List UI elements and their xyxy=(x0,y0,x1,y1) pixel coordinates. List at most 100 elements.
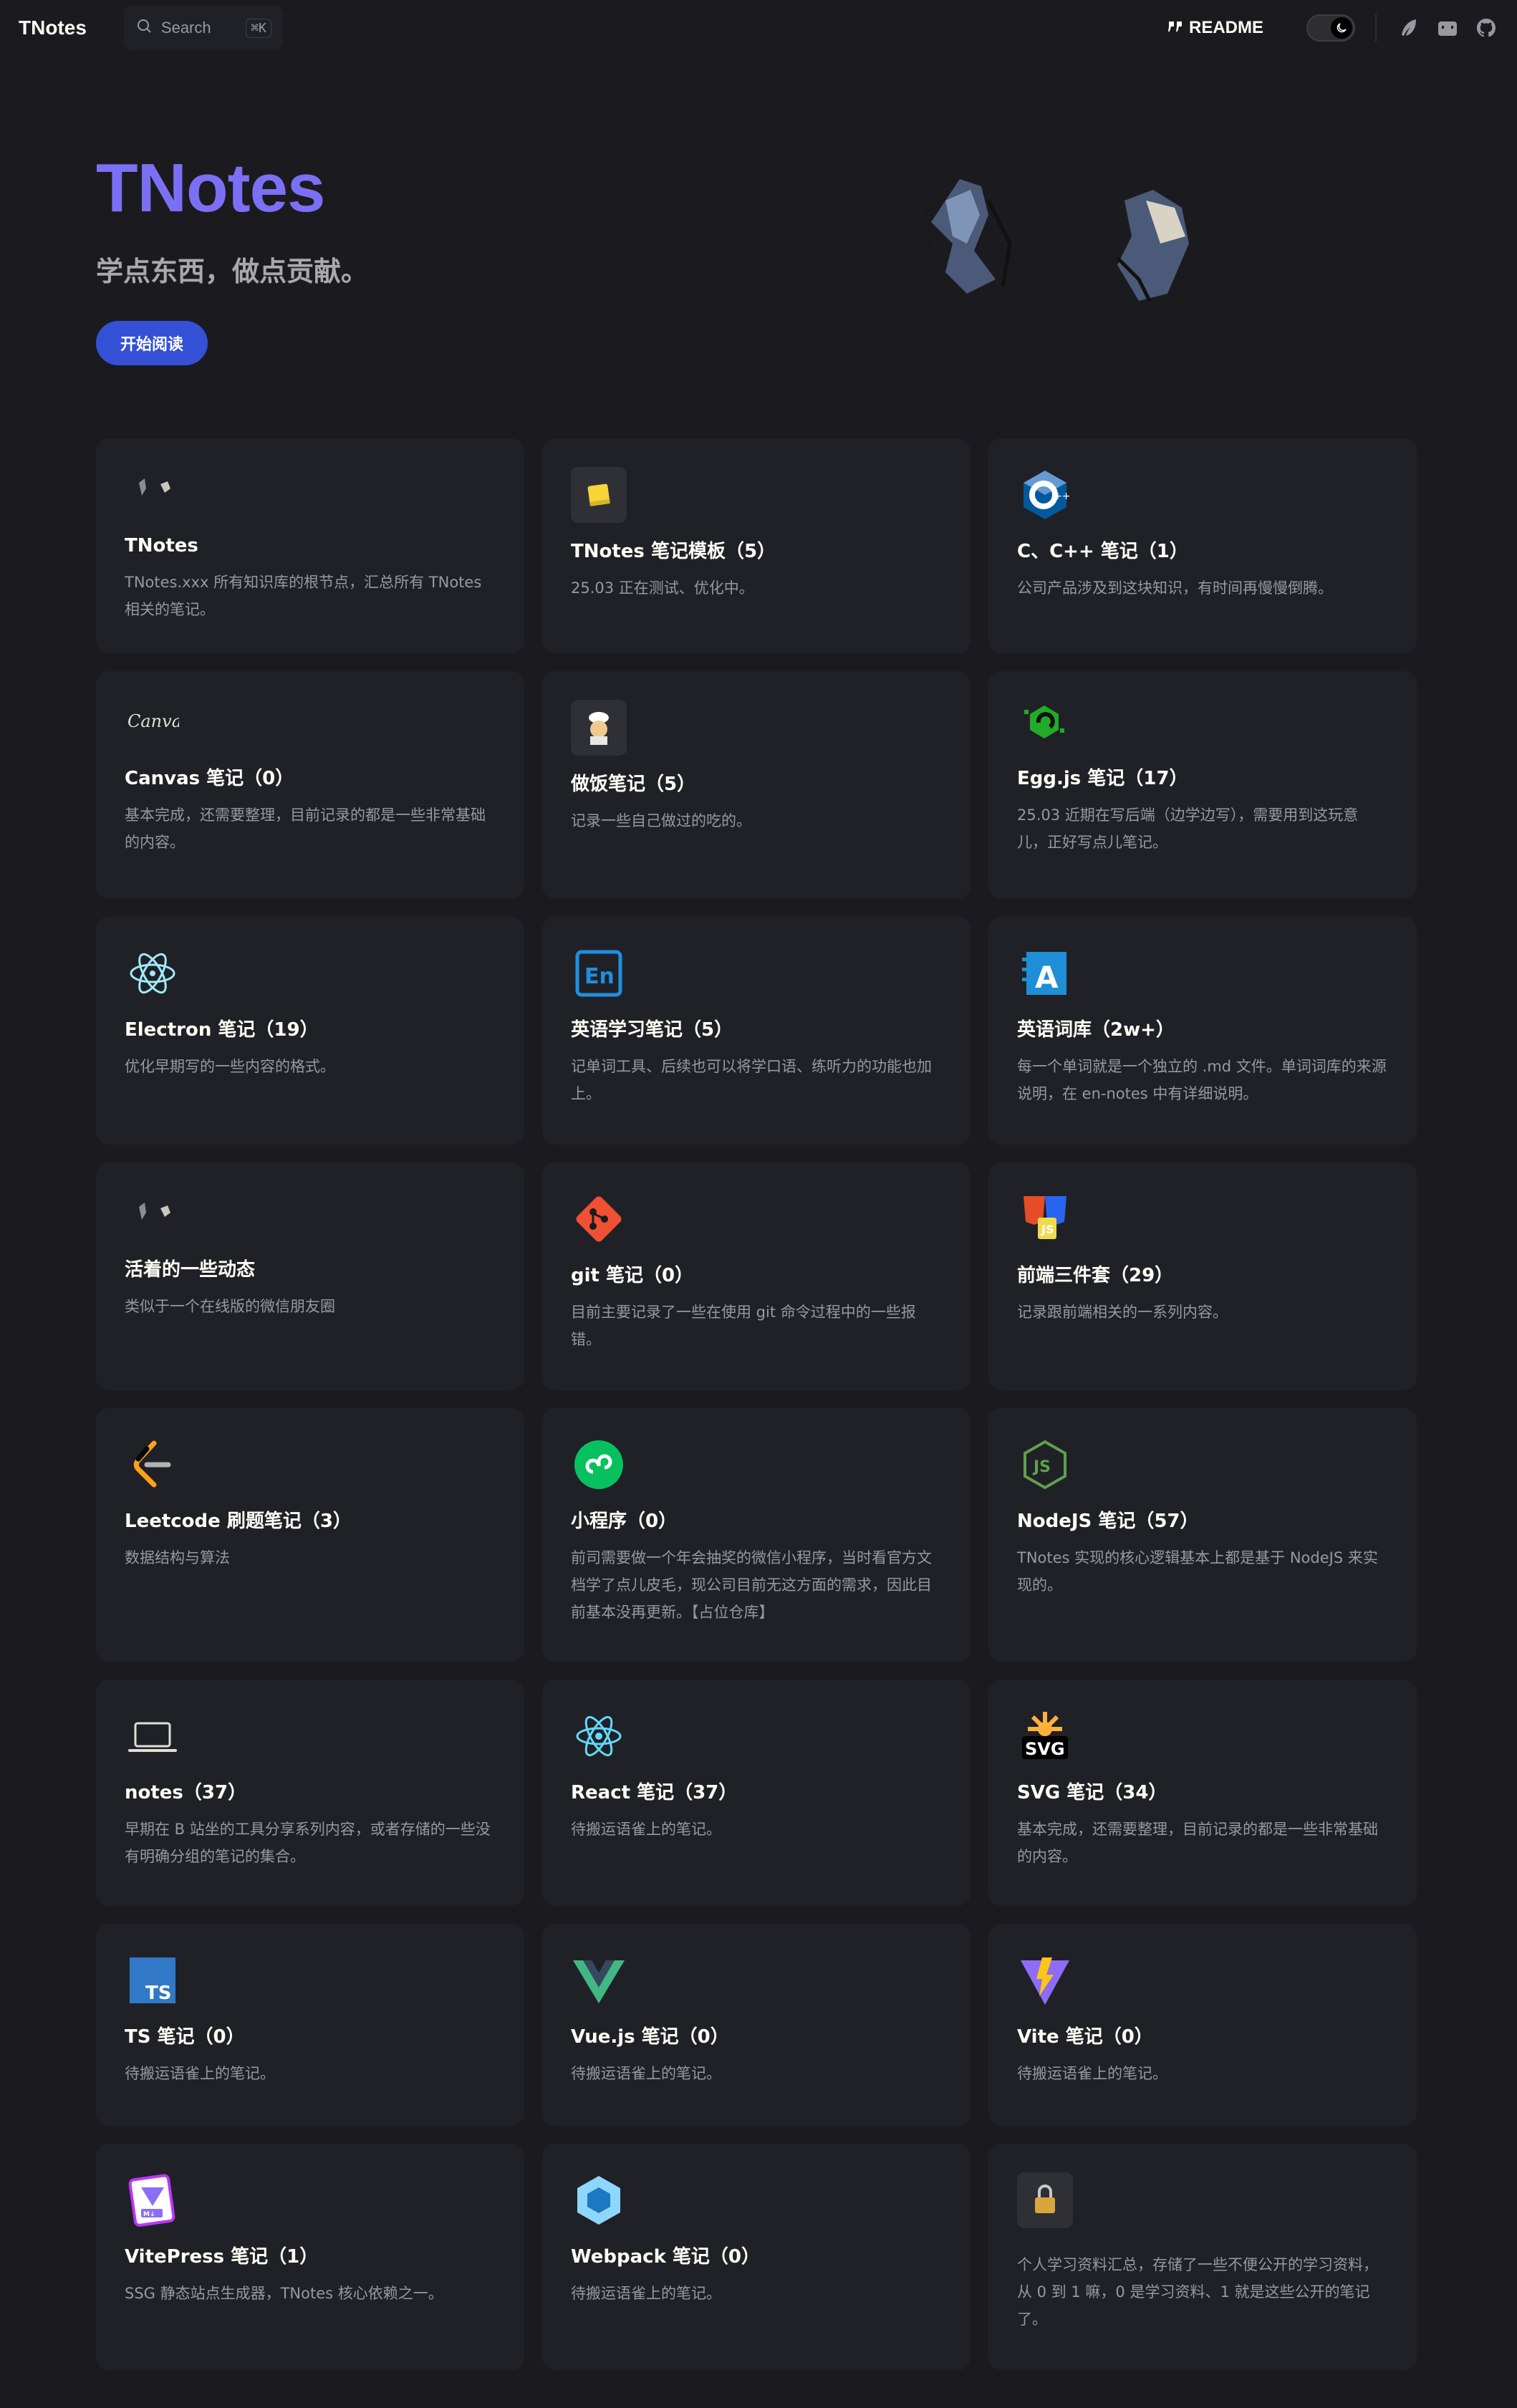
note-card[interactable]: M↓ VitePress 笔记（1） SSG 静态站点生成器，TNotes 核心… xyxy=(96,2144,524,2370)
site-brand[interactable]: TNotes xyxy=(19,16,87,39)
card-description: 基本完成，还需要整理，目前记录的都是一些非常基础的内容。 xyxy=(125,806,486,851)
note-card[interactable]: 小程序（0） 前司需要做一个年会抽奖的微信小程序，当时看官方文档学了点儿皮毛，现… xyxy=(542,1408,971,1662)
note-card[interactable]: SVG SVG 笔记（34） 基本完成，还需要整理，目前记录的都是一些非常基础的… xyxy=(988,1680,1417,1906)
hero-title: TNotes xyxy=(96,150,325,226)
card-title: SVG 笔记（34） xyxy=(1017,1782,1167,1803)
webpack-icon xyxy=(571,2172,627,2228)
svg-text:JS: JS xyxy=(1041,1223,1054,1236)
github-icon[interactable] xyxy=(1474,16,1498,40)
note-card[interactable]: JS 前端三件套（29） 记录跟前端相关的一系列内容。 xyxy=(988,1162,1417,1390)
typescript-icon: TS xyxy=(125,1952,180,2008)
bilibili-icon[interactable] xyxy=(1435,16,1460,40)
search-label: Search xyxy=(160,19,211,37)
dictionary-icon: A xyxy=(1017,945,1073,1001)
hero-rocks-image xyxy=(902,158,1246,322)
card-title: Vue.js 笔记（0） xyxy=(571,2026,729,2048)
card-description: 待搬运语雀上的笔记。 xyxy=(571,2285,721,2302)
vitepress-icon: M↓ xyxy=(125,2172,180,2228)
card-description: 目前主要记录了一些在使用 git 命令过程中的一些报错。 xyxy=(571,1304,916,1348)
note-card[interactable]: Webpack 笔记（0） 待搬运语雀上的笔记。 xyxy=(542,2144,971,2370)
nav-divider xyxy=(1375,14,1377,42)
note-card[interactable]: Vue.js 笔记（0） 待搬运语雀上的笔记。 xyxy=(542,1924,971,2126)
tnotes-icon xyxy=(125,467,180,510)
start-reading-button[interactable]: 开始阅读 xyxy=(96,321,208,365)
svg-text:TS: TS xyxy=(145,1983,171,2004)
sticky-note-icon xyxy=(571,467,627,523)
search-button[interactable]: Search ⌘K xyxy=(123,6,283,50)
note-card[interactable]: A 英语词库（2w+） 每一个单词就是一个独立的 .md 文件。单词词库的来源说… xyxy=(988,917,1417,1145)
search-icon xyxy=(135,17,153,39)
quote-icon xyxy=(1167,18,1183,38)
card-description: 待搬运语雀上的笔记。 xyxy=(571,1821,721,1838)
card-description: 记录跟前端相关的一系列内容。 xyxy=(1017,1304,1228,1321)
card-title: notes（37） xyxy=(125,1782,247,1803)
card-description: SSG 静态站点生成器，TNotes 核心依赖之一。 xyxy=(125,2285,443,2302)
readme-link[interactable]: README xyxy=(1167,18,1263,38)
note-card[interactable]: Leetcode 刷题笔记（3） 数据结构与算法 xyxy=(96,1408,524,1662)
note-card[interactable]: TNotes 笔记模板（5） 25.03 正在测试、优化中。 xyxy=(542,438,971,653)
readme-label: README xyxy=(1188,18,1263,37)
card-title: 英语学习笔记（5） xyxy=(571,1019,733,1041)
card-description: 公司产品涉及到这块知识，有时间再慢慢倒腾。 xyxy=(1017,579,1333,597)
hero-tagline: 学点东西，做点贡献。 xyxy=(96,256,369,287)
note-card[interactable]: JS NodeJS 笔记（57） TNotes 实现的核心逻辑基本上都是基于 N… xyxy=(988,1408,1417,1662)
card-description: 前司需要做一个年会抽奖的微信小程序，当时看官方文档学了点儿皮毛，现公司目前无这方… xyxy=(571,1549,932,1621)
card-title: 前端三件套（29） xyxy=(1017,1265,1174,1286)
note-card[interactable]: 个人学习资料汇总，存储了一些不便公开的学习资料，从 0 到 1 嘛，0 是学习资… xyxy=(988,2144,1417,2370)
svg-text:En: En xyxy=(584,964,615,989)
chef-icon xyxy=(571,700,627,756)
card-description: 25.03 正在测试、优化中。 xyxy=(571,579,754,597)
note-card[interactable]: Egg.js 笔记（17） 25.03 近期在写后端（边学边写），需要用到这玩意… xyxy=(988,671,1417,899)
theme-toggle[interactable] xyxy=(1306,14,1355,42)
top-nav: TNotes Search ⌘K README xyxy=(0,0,1517,56)
card-title: React 笔记（37） xyxy=(571,1782,738,1803)
card-description: 记单词工具、后续也可以将学口语、练听力的功能也加上。 xyxy=(571,1058,932,1102)
card-description: TNotes.xxx 所有知识库的根节点，汇总所有 TNotes 相关的笔记。 xyxy=(125,574,482,618)
react-icon xyxy=(571,1708,627,1764)
git-icon xyxy=(571,1191,627,1247)
card-description: 待搬运语雀上的笔记。 xyxy=(125,2065,275,2082)
lock-icon xyxy=(1017,2172,1073,2228)
note-card[interactable]: Canva Canvas 笔记（0） 基本完成，还需要整理，目前记录的都是一些非… xyxy=(96,671,524,899)
cpp-icon: ++ xyxy=(1017,467,1073,523)
card-description: 数据结构与算法 xyxy=(125,1549,230,1566)
laptop-icon xyxy=(125,1708,180,1764)
card-title: Egg.js 笔记（17） xyxy=(1017,768,1188,789)
card-description: 基本完成，还需要整理，目前记录的都是一些非常基础的内容。 xyxy=(1017,1821,1378,1865)
note-card[interactable]: React 笔记（37） 待搬运语雀上的笔记。 xyxy=(542,1680,971,1906)
card-title: VitePress 笔记（1） xyxy=(125,2246,319,2268)
feather-icon[interactable] xyxy=(1397,16,1421,40)
svg-text:M↓: M↓ xyxy=(143,2211,155,2218)
english-icon: En xyxy=(571,945,627,1001)
card-description: 待搬运语雀上的笔记。 xyxy=(571,2065,721,2082)
card-title: Electron 笔记（19） xyxy=(125,1019,319,1041)
note-card[interactable]: TNotes TNotes.xxx 所有知识库的根节点，汇总所有 TNotes … xyxy=(96,438,524,653)
moon-icon xyxy=(1331,17,1352,39)
card-description: 个人学习资料汇总，存储了一些不便公开的学习资料，从 0 到 1 嘛，0 是学习资… xyxy=(1017,2256,1378,2328)
card-description: 记录一些自己做过的吃的。 xyxy=(571,812,751,829)
search-shortcut: ⌘K xyxy=(246,18,271,38)
note-card[interactable]: notes（37） 早期在 B 站坐的工具分享系列内容，或者存储的一些没有明确分… xyxy=(96,1680,524,1906)
note-card[interactable]: 做饭笔记（5） 记录一些自己做过的吃的。 xyxy=(542,671,971,899)
note-card[interactable]: 活着的一些动态 类似于一个在线版的微信朋友圈 xyxy=(96,1162,524,1390)
card-description: 25.03 近期在写后端（边学边写），需要用到这玩意儿，正好写点儿笔记。 xyxy=(1017,806,1359,851)
note-card[interactable]: ++ C、C++ 笔记（1） 公司产品涉及到这块知识，有时间再慢慢倒腾。 xyxy=(988,438,1417,653)
vue-icon xyxy=(571,1952,627,2008)
nodejs-icon: JS xyxy=(1017,1437,1073,1493)
card-description: 类似于一个在线版的微信朋友圈 xyxy=(125,1298,335,1315)
svg-text:++: ++ xyxy=(1054,491,1070,502)
note-card[interactable]: Vite 笔记（0） 待搬运语雀上的笔记。 xyxy=(988,1924,1417,2126)
card-title: C、C++ 笔记（1） xyxy=(1017,541,1188,562)
card-title: 英语词库（2w+） xyxy=(1017,1019,1175,1041)
note-card[interactable]: Electron 笔记（19） 优化早期写的一些内容的格式。 xyxy=(96,917,524,1145)
note-card[interactable]: TS TS 笔记（0） 待搬运语雀上的笔记。 xyxy=(96,1924,524,2126)
card-title: Canvas 笔记（0） xyxy=(125,768,294,789)
hero-section: TNotes 学点东西，做点贡献。 xyxy=(96,149,741,289)
card-description: 每一个单词就是一个独立的 .md 文件。单词词库的来源说明，在 en-notes… xyxy=(1017,1058,1387,1102)
card-description: TNotes 实现的核心逻辑基本上都是基于 NodeJS 来实现的。 xyxy=(1017,1549,1378,1594)
note-card[interactable]: git 笔记（0） 目前主要记录了一些在使用 git 命令过程中的一些报错。 xyxy=(542,1162,971,1390)
card-description: 早期在 B 站坐的工具分享系列内容，或者存储的一些没有明确分组的笔记的集合。 xyxy=(125,1821,491,1865)
note-card[interactable]: En 英语学习笔记（5） 记单词工具、后续也可以将学口语、练听力的功能也加上。 xyxy=(542,917,971,1145)
card-title: 小程序（0） xyxy=(571,1511,678,1532)
card-title: TNotes 笔记模板（5） xyxy=(571,541,776,562)
